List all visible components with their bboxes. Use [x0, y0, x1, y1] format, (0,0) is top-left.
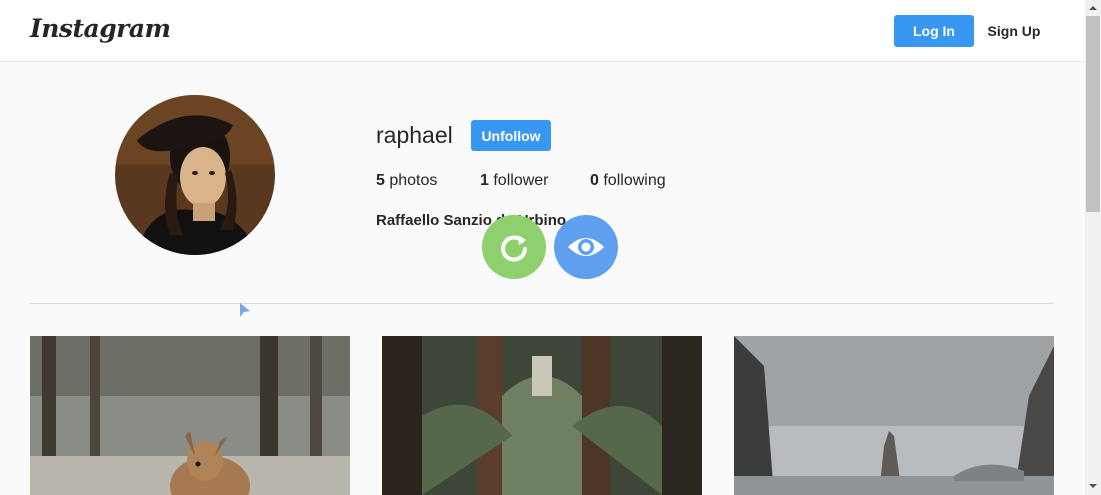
unfollow-button[interactable]: Unfollow	[471, 120, 551, 151]
scrollbar-thumb[interactable]	[1086, 16, 1100, 212]
instagram-logo[interactable]: Instagram	[30, 14, 171, 43]
top-navbar: Instagram Log In Sign Up	[0, 0, 1085, 62]
stat-photos[interactable]: 5 photos	[376, 172, 437, 190]
mouse-cursor-icon	[240, 303, 250, 317]
view-button[interactable]	[554, 215, 618, 279]
login-button[interactable]: Log In	[894, 15, 974, 47]
scroll-down-arrow-icon[interactable]	[1088, 481, 1098, 491]
stat-followers[interactable]: 1 follower	[480, 172, 549, 190]
stat-photos-count: 5	[376, 172, 385, 189]
refresh-icon	[501, 235, 527, 262]
photo-tile-1[interactable]	[30, 336, 350, 495]
photo-tile-3[interactable]	[734, 336, 1054, 495]
stat-photos-label: photos	[389, 172, 438, 189]
stat-followers-count: 1	[480, 172, 489, 189]
photo-tile-2[interactable]	[382, 336, 702, 495]
stat-followers-label: follower	[493, 172, 549, 189]
eye-icon	[568, 238, 604, 256]
stat-following[interactable]: 0 following	[590, 172, 666, 190]
profile-avatar	[115, 95, 275, 255]
stat-following-count: 0	[590, 172, 599, 189]
signup-button[interactable]: Sign Up	[980, 15, 1048, 47]
profile-divider	[30, 303, 1054, 304]
scroll-up-arrow-icon[interactable]	[1088, 3, 1098, 13]
refresh-button[interactable]	[482, 215, 546, 279]
profile-username: raphael	[376, 122, 453, 148]
stat-following-label: following	[603, 172, 666, 189]
